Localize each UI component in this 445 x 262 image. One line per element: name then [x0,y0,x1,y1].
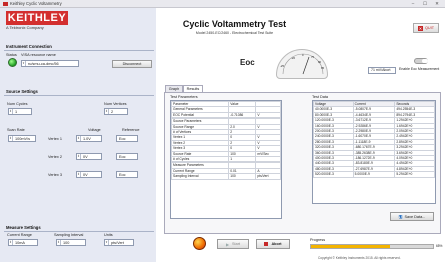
tab-graph[interactable]: Graph [165,85,183,92]
close-icon[interactable]: ✕ [433,1,441,7]
num-cycles-stepper[interactable]: ⇕ 1 [8,108,32,115]
data-table: Voltage Current Seconds 40.0000E-3 -5.080… [313,101,435,178]
vertex-3-reference[interactable]: Eoc [116,171,138,178]
eoc-gauge: -25 -20 0 75 90 95 [276,49,328,79]
play-icon: ▶ [225,241,230,247]
units-label: Units [104,233,113,237]
current-range-label: Current Range [7,233,32,237]
save-icon: 🖫 [398,213,403,219]
data-heading: Test Data [312,95,329,99]
scan-rate-stepper[interactable]: ⇕ 100mV/s [8,135,36,142]
measure-heading: Measure Settings [6,225,41,230]
num-cycles-label: Num Cycles [7,102,28,106]
num-vertices-label: Num Vertices [104,102,127,106]
progress-label: Progress [310,238,326,242]
vertex-1-voltage[interactable]: ⇕ 1.0V [76,135,102,142]
tab-results[interactable]: Results [183,85,203,92]
sampling-interval-label: Sampling Interval [54,233,84,237]
table-cell: 100 [228,173,257,180]
divider [4,95,154,96]
app-icon [3,2,8,6]
copyright-text: Copyright © Keithley Instruments 2015. A… [318,256,401,260]
scan-rate-label: Scan Rate [7,128,25,132]
params-heading: Test Parameters [170,95,198,99]
vertex-1-reference[interactable]: Eoc [116,135,138,142]
visa-label: VISA resource name [21,53,56,57]
brand-tagline: A Tektronix Company [6,25,44,30]
vertex-3-voltage[interactable]: ⇕ 0V [76,171,102,178]
minimize-icon[interactable]: – [409,1,417,7]
params-table: Parameter Value General Parameters EOC Po… [171,101,281,180]
table-cell: 5.0000E-9 [352,171,396,178]
page-subtitle: Model 2450-EC/2460 - Electrochemical Tes… [195,31,274,35]
num-vertices-stepper[interactable]: ⇕ 2 [104,108,128,115]
disconnect-button[interactable]: Disconnect [112,60,152,68]
reference-header: Reference [122,128,140,132]
vertex-1-label: Vertex 1 [48,137,62,141]
status-led-icon [8,58,17,67]
table-cell: 520.0000E-3 [313,171,354,178]
maximize-icon[interactable]: ☐ [421,1,429,7]
params-table-container: Parameter Value General Parameters EOC Po… [170,100,282,219]
table-cell: pts/Vert [255,173,281,180]
keithley-logo: KEITHLEY [6,11,68,25]
current-range-stepper[interactable]: ⇕ 10mA [8,239,38,246]
table-row: Sampling Interval 100 pts/Vert [171,173,281,180]
eoc-enable-toggle[interactable] [414,58,428,64]
quit-button[interactable]: ✕ QUIT [413,23,439,33]
units-select[interactable]: ▾ pts/Vert [104,239,134,246]
close-icon: ✕ [417,25,423,31]
vertex-2-label: Vertex 2 [48,155,62,159]
eoc-enable-label: Enable Eoc Measurement [399,67,440,71]
divider [4,231,154,232]
stop-icon [264,242,269,246]
window-title-bar: Keithley Cyclic Voltammetry – ☐ ✕ [0,0,445,8]
save-data-button[interactable]: 🖫 Save Data... [390,212,434,221]
status-label: Status [6,53,17,57]
divider [4,50,154,51]
source-heading: Source Settings [6,89,38,94]
page-title: Cyclic Voltammetry Test [182,19,287,29]
progress-bar [310,244,434,249]
visa-resource-field[interactable]: ▾ ru/smu-ca-dmc/56 [21,60,79,67]
run-status-led-icon [193,237,206,250]
table-cell: 5.2942E+0 [394,171,435,178]
vertex-2-voltage[interactable]: ⇕ 0V [76,153,102,160]
table-row: 520.0000E-3 5.0000E-9 5.2942E+0 [313,171,435,178]
voltage-header: Voltage [88,128,101,132]
window-title: Keithley Cyclic Voltammetry [10,1,62,6]
sampling-interval-stepper[interactable]: ⇕ 100 [56,239,86,246]
eoc-label: Eoc [240,58,255,67]
vertex-2-reference[interactable]: Eoc [116,153,138,160]
eoc-value-display: 71 mV/Abort [368,67,396,74]
abort-button[interactable]: Abort [256,239,290,249]
start-button[interactable]: ▶ Start [217,239,249,249]
vertex-3-label: Vertex 3 [48,173,62,177]
progress-percent: 65% [436,244,443,248]
data-table-container: Voltage Current Seconds 40.0000E-3 -5.080… [312,100,436,204]
progress-fill [311,245,391,248]
table-cell: Sampling Interval [171,173,230,180]
connection-heading: Instrument Connection [6,44,52,49]
